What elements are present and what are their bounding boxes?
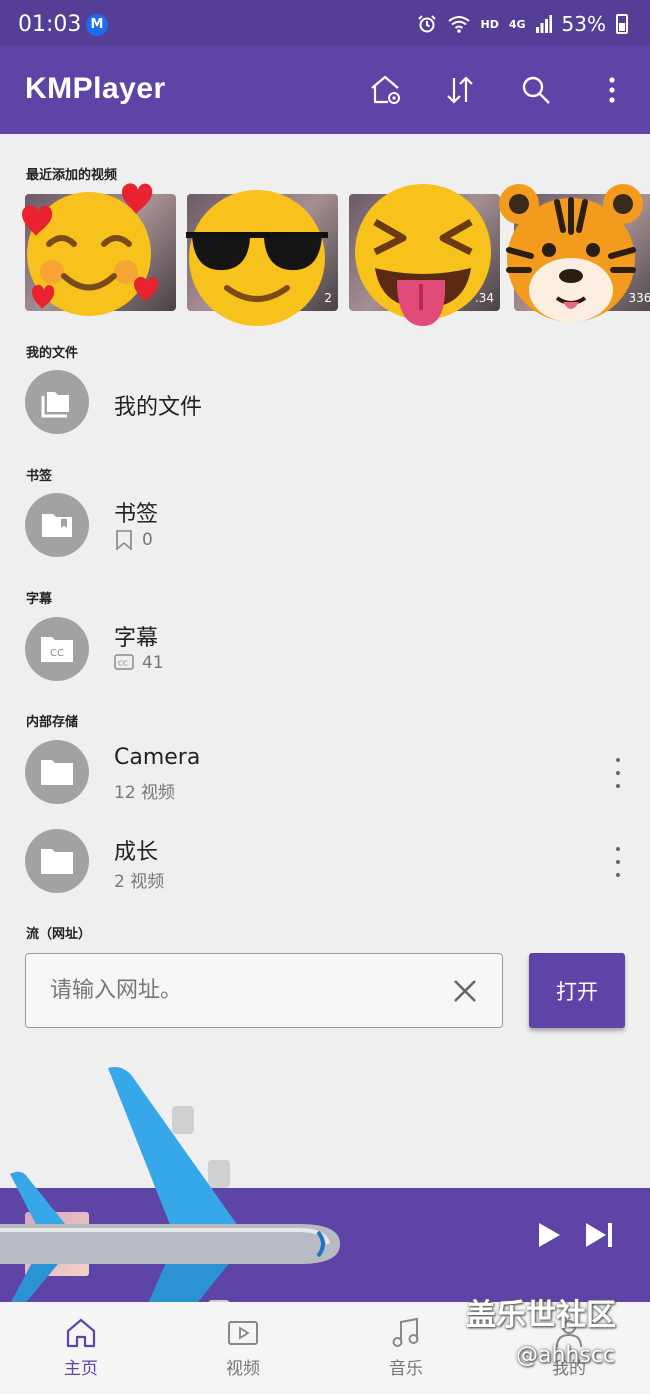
tiger-face-emoji [499,184,643,322]
folder-name[interactable]: 成长 [114,834,158,866]
subtitles-title[interactable]: 字幕 [114,620,158,652]
bookmark-folder-icon[interactable] [25,493,89,557]
smiling-face-with-hearts-emoji [22,183,159,316]
watermark-title: 盖乐世社区 [466,1298,616,1333]
nav-video[interactable]: 视频 [162,1302,324,1394]
squinting-face-with-tongue-emoji [355,184,491,326]
battery-percent: 53% [561,12,606,36]
url-input[interactable] [26,954,426,1026]
video-icon [228,1321,258,1345]
subtitles-count: 41 [142,653,164,673]
smiling-face-with-sunglasses-emoji [186,190,328,326]
folder-name[interactable]: Camera [114,745,200,770]
more-vertical-icon[interactable] [592,70,632,110]
skip-next-icon[interactable] [584,1222,614,1248]
bookmarks-count: 0 [142,530,153,550]
folder-video-count: 12 视频 [114,783,176,803]
open-url-button[interactable]: 打开 [529,953,625,1028]
subtitles-count-row: CC 41 [114,653,164,673]
status-time: 01:03 [18,12,82,37]
internal-storage-section-label: 内部存储 [26,715,79,730]
app-bar: KMPlayer [0,46,650,134]
battery-icon [616,14,628,34]
subtitle-folder-icon[interactable]: CC [25,617,89,681]
nav-home[interactable]: 主页 [0,1302,162,1394]
my-files-title[interactable]: 我的文件 [114,389,202,421]
app-notification-icon: M [86,14,108,36]
nav-music-label: 音乐 [389,1359,423,1379]
nav-video-label: 视频 [226,1359,260,1379]
subtitles-section-label: 字幕 [26,592,53,607]
bookmarks-title[interactable]: 书签 [114,496,158,528]
wifi-icon [447,16,470,33]
network-4g-label: 4G [508,17,526,31]
watermark-handle: @ahhscc [516,1343,616,1368]
folder-more-icon[interactable] [610,847,626,877]
stream-section-label: 流（网址） [26,927,92,942]
folder-more-icon[interactable] [610,758,626,788]
sort-icon[interactable] [440,70,480,110]
clear-icon[interactable] [450,976,480,1006]
cc-icon-glyph: CC [118,660,128,668]
nav-home-label: 主页 [64,1359,98,1379]
search-icon[interactable] [516,70,556,110]
network-hd-label: HD [480,17,499,31]
folder-icon[interactable] [25,740,89,804]
subtitle-cc-glyph: CC [50,648,64,659]
nav-music[interactable]: 音乐 [325,1302,487,1394]
home-settings-icon[interactable] [366,70,406,110]
bookmarks-section-label: 书签 [26,469,53,484]
bookmark-icon [116,530,132,550]
cc-icon: CC [114,654,134,670]
play-icon[interactable] [536,1222,562,1248]
folder-icon[interactable] [25,370,89,434]
signal-icon [535,15,552,33]
folder-video-count: 2 视频 [114,872,165,892]
music-icon [392,1317,419,1347]
app-title: KMPlayer [25,72,166,105]
bookmarks-count-row: 0 [114,530,153,550]
url-input-box [25,953,503,1028]
folder-icon[interactable] [25,829,89,893]
home-icon [66,1318,96,1348]
alarm-icon [417,15,436,33]
status-bar: 01:03 M HD 4G 53% [0,0,650,46]
my-files-section-label: 我的文件 [26,346,79,361]
